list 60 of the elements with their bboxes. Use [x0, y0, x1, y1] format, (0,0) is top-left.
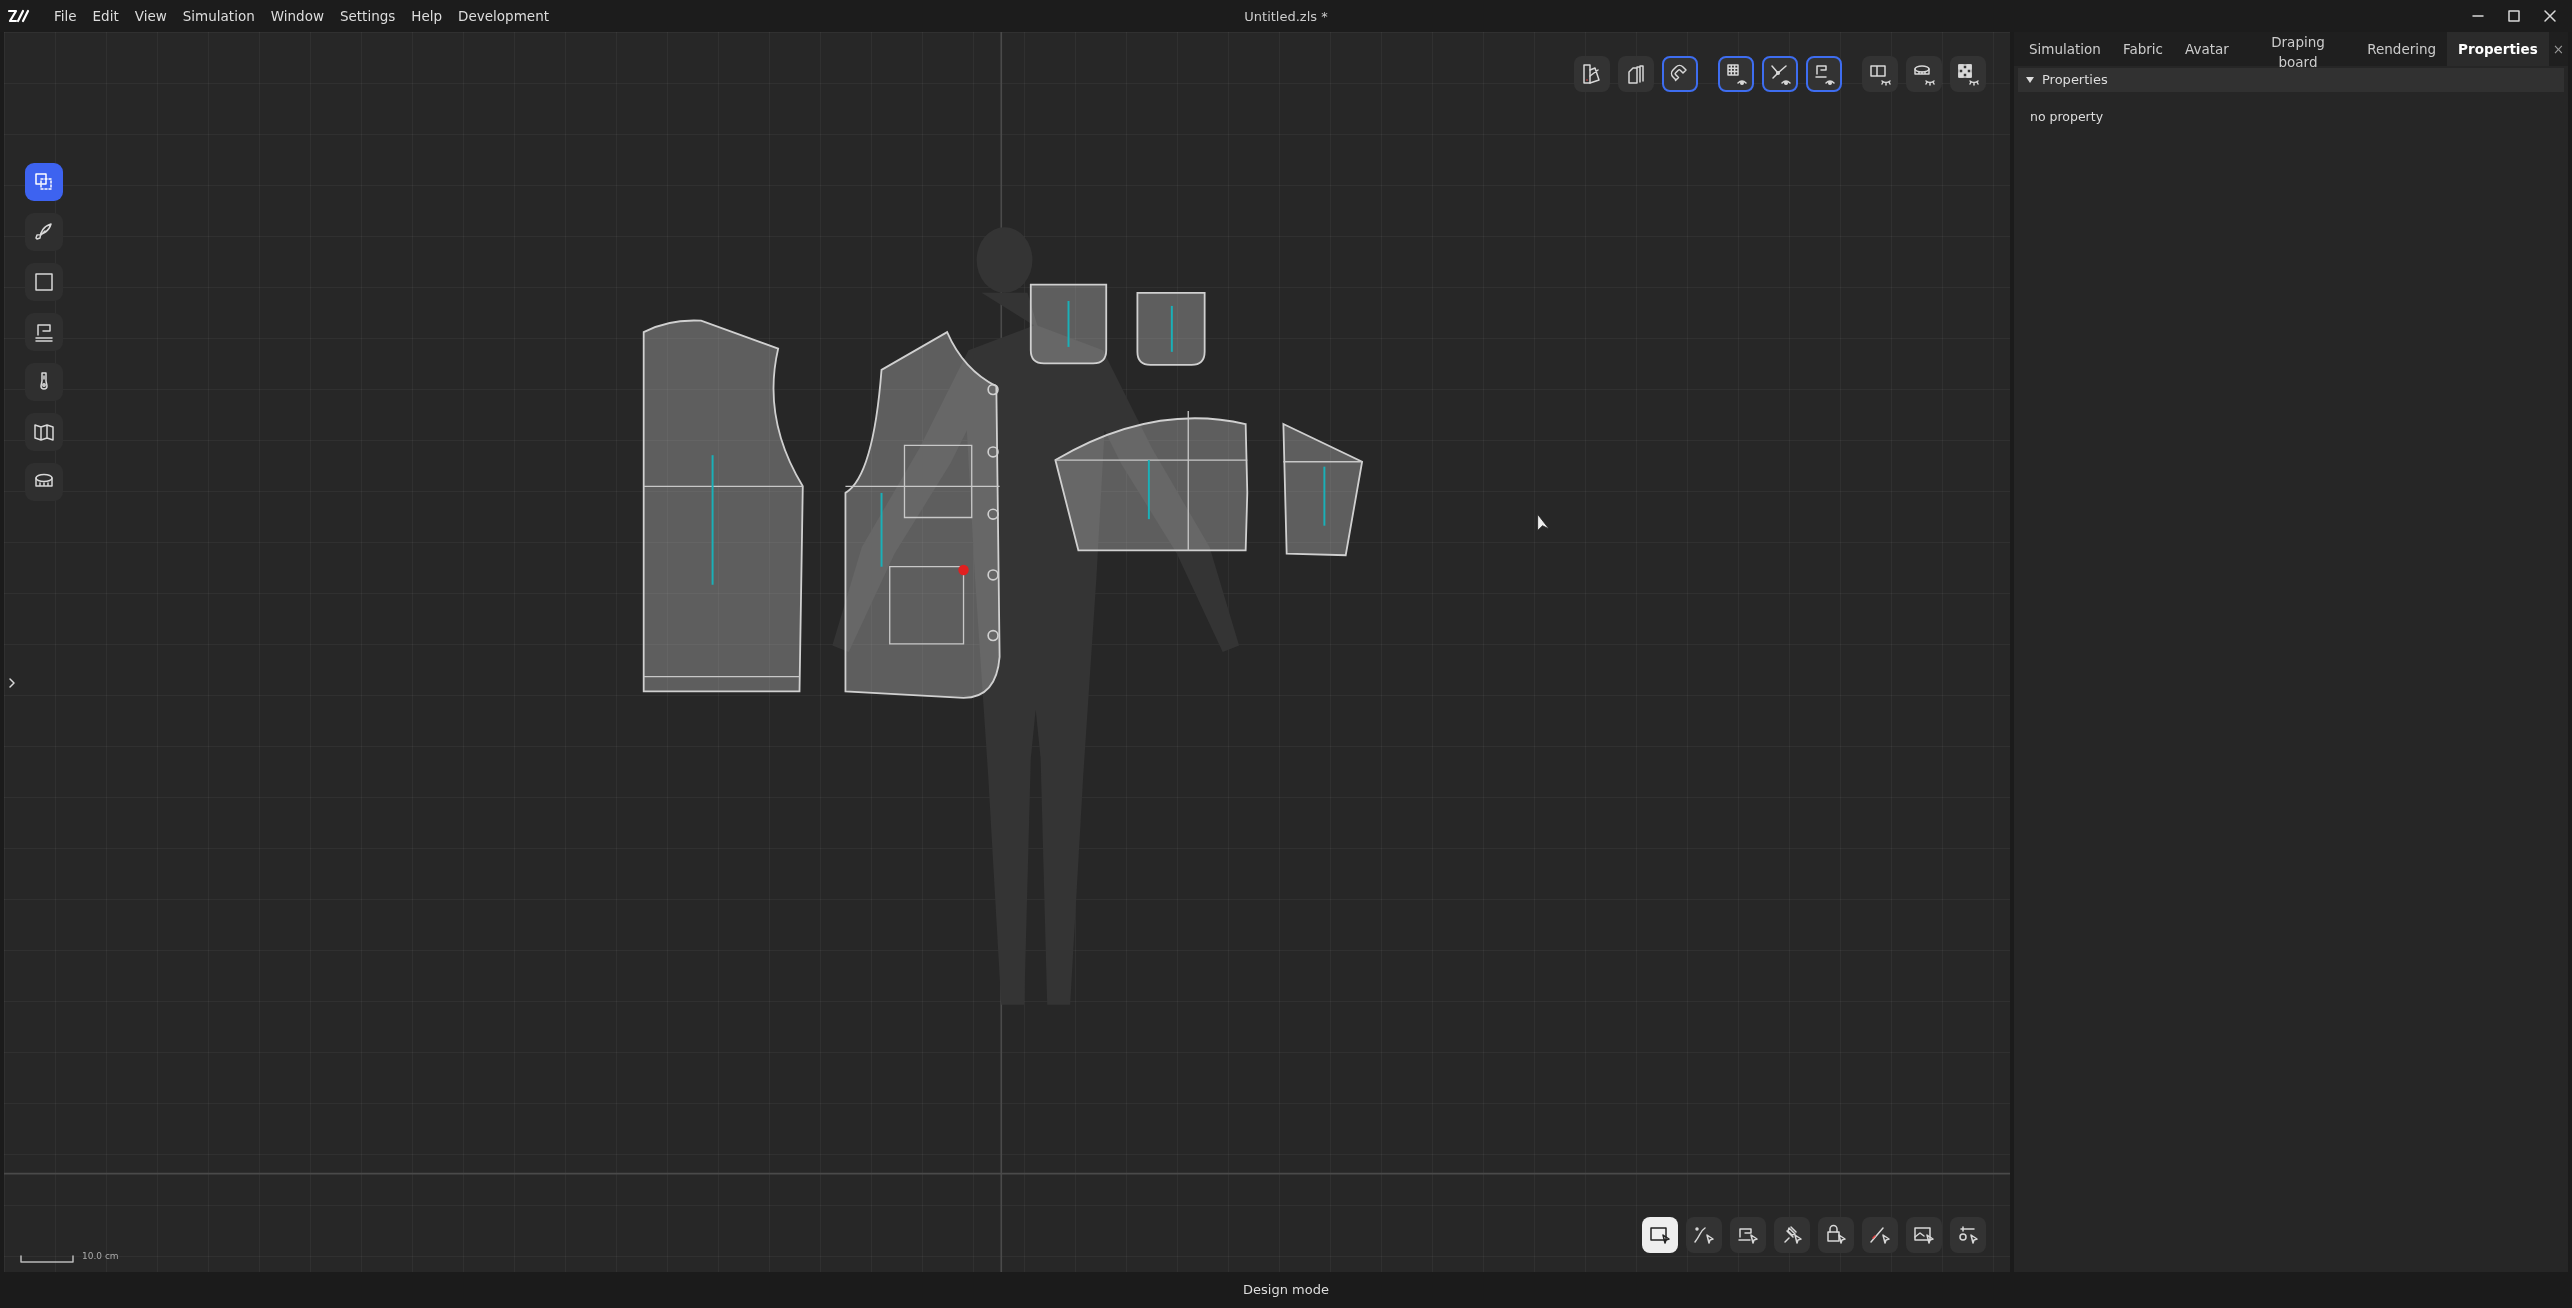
property-text: no property [2029, 108, 2105, 126]
mouse-cursor-icon [1537, 513, 1550, 532]
panel-tab[interactable]: Avatar [2174, 32, 2240, 66]
panel-tab[interactable]: Properties [2447, 32, 2549, 66]
status-text: Design mode [1243, 1281, 1329, 1300]
pick-tool-button[interactable] [1950, 1217, 1986, 1253]
menu-item[interactable]: Edit [84, 5, 127, 27]
close-icon[interactable] [2542, 8, 2558, 24]
tool-button[interactable] [25, 413, 63, 451]
window-title: Untitled.zls * [1244, 9, 1328, 24]
panel-tab[interactable]: Fabric [2111, 32, 2174, 66]
point-eye-icon [1768, 62, 1792, 86]
tool-button[interactable] [25, 313, 63, 351]
view-toggle-button[interactable] [1806, 56, 1842, 92]
panel-tab[interactable]: Draping board [2239, 32, 2357, 66]
panel-tab[interactable]: Rendering [2356, 32, 2448, 66]
maximize-icon[interactable] [2506, 8, 2522, 24]
pick-tool-button[interactable] [1686, 1217, 1722, 1253]
slider-settings-pointer-icon [1956, 1223, 1980, 1247]
tool-button[interactable] [25, 463, 63, 501]
pick-tool-button[interactable] [1818, 1217, 1854, 1253]
tab-close-button[interactable]: × [2548, 32, 2568, 66]
pick-tool-button[interactable] [1774, 1217, 1810, 1253]
tape-measure-eye-icon [1912, 62, 1936, 86]
pick-tool-button[interactable] [1642, 1217, 1678, 1253]
checker-icon [1956, 62, 1980, 86]
caret-icon [2026, 76, 2034, 84]
tool-button[interactable] [25, 363, 63, 401]
padlock-pointer-icon [1824, 1223, 1848, 1247]
grid-eye-icon [1724, 62, 1748, 86]
tool-button[interactable] [25, 163, 63, 201]
menu-item[interactable]: Help [403, 5, 451, 27]
view-toggle-button[interactable] [1574, 56, 1610, 92]
scale-label: 10.0 cm [82, 1250, 119, 1263]
menu-item[interactable]: Simulation [174, 5, 263, 27]
tool-button[interactable] [25, 263, 63, 301]
menu-item[interactable]: Window [262, 5, 332, 27]
panel-eye-icon [1868, 62, 1892, 86]
menu-item[interactable]: File [46, 5, 85, 27]
view-toggle-button[interactable] [1718, 56, 1754, 92]
view-toggle-button[interactable] [1662, 56, 1698, 92]
tool-button[interactable] [25, 213, 63, 251]
rectangle-icon [32, 270, 56, 294]
menu-item[interactable]: View [126, 5, 175, 27]
menu-item[interactable]: Development [450, 5, 557, 27]
section-header[interactable]: Properties [2018, 68, 2564, 92]
panel-tab[interactable]: Simulation [2018, 32, 2112, 66]
logo-icon [8, 9, 30, 23]
scale-bar-icon [20, 1253, 74, 1264]
view-toggle-button[interactable] [1906, 56, 1942, 92]
view-toggle-button[interactable] [1762, 56, 1798, 92]
pick-tool-button[interactable] [1906, 1217, 1942, 1253]
pick-tool-button[interactable] [1862, 1217, 1898, 1253]
point-marker [958, 564, 969, 576]
view-toggle-button[interactable] [1618, 56, 1654, 92]
pick-tool-button[interactable] [1730, 1217, 1766, 1253]
view-toggle-button[interactable] [1862, 56, 1898, 92]
view-toggle-button[interactable] [1950, 56, 1986, 92]
sewing-machine-eye-icon [1812, 62, 1836, 86]
menu-item[interactable]: Settings [331, 5, 404, 27]
